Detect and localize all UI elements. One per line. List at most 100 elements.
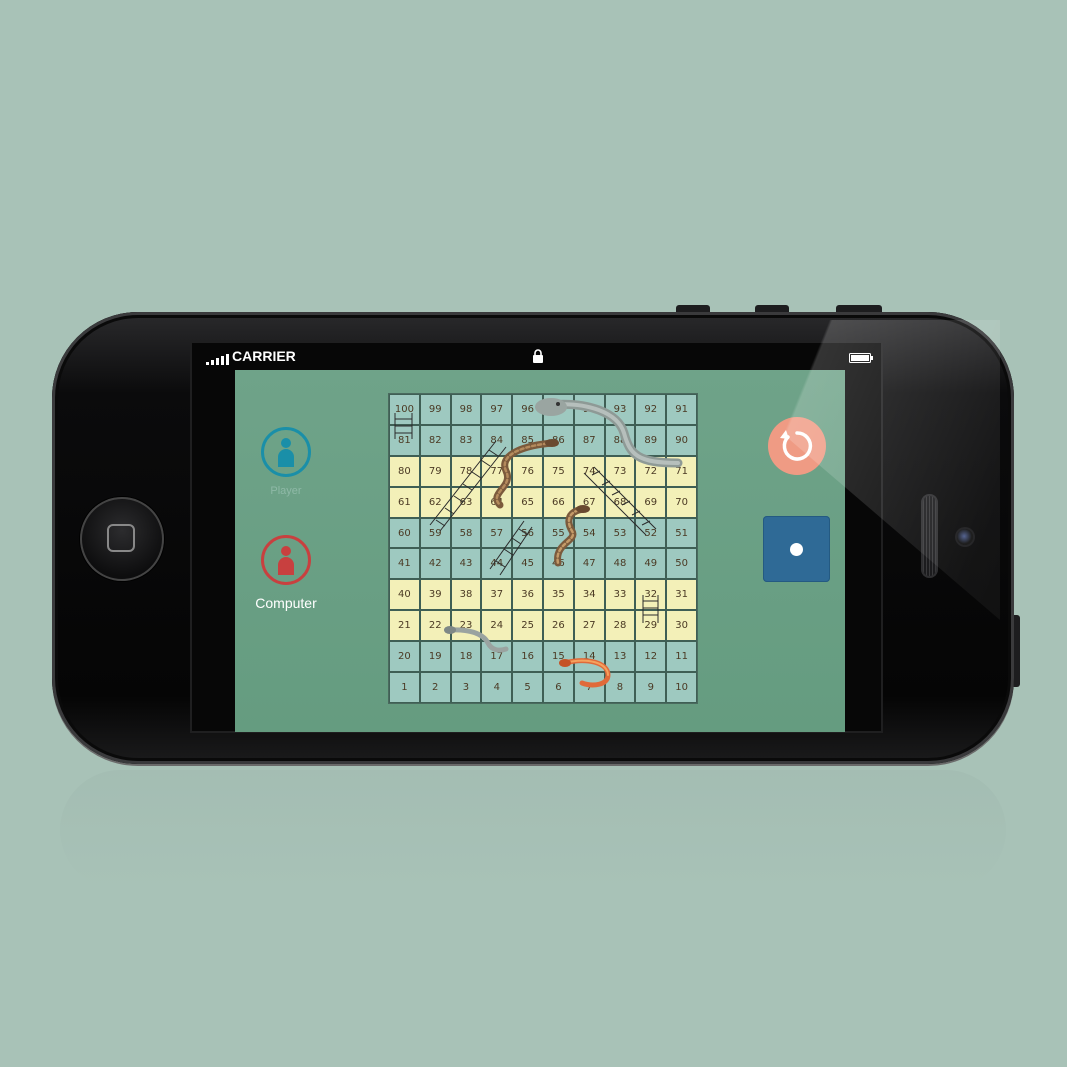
board-cell: 66 [542,486,574,518]
computer-avatar[interactable] [261,535,311,585]
board-cell: 86 [542,424,574,456]
board-cell: 29 [635,610,667,642]
board-cell: 78 [450,455,482,487]
board-cell: 61 [389,486,420,518]
board-cell: 62 [419,486,451,518]
board-cell: 69 [635,486,667,518]
dice-one-icon [790,543,803,556]
board-cell: 38 [450,579,482,611]
home-button[interactable] [80,497,164,581]
board-cell: 34 [573,579,605,611]
board-cell: 88 [604,424,636,456]
board-cell: 39 [419,579,451,611]
board-cell: 95 [542,394,574,425]
board-cell: 17 [481,641,513,673]
board-cell: 41 [389,548,420,580]
board-cell: 51 [666,517,697,549]
board-cell: 89 [635,424,667,456]
board-cell: 49 [635,548,667,580]
board-cell: 55 [542,517,574,549]
board-cell: 20 [389,641,420,673]
computer-label: Computer [255,595,317,611]
board-cell: 58 [450,517,482,549]
lock-icon [533,349,543,363]
board-cell: 54 [573,517,605,549]
board-cell: 15 [542,641,574,673]
board-cell: 90 [666,424,697,456]
board-cell: 77 [481,455,513,487]
board-cell: 80 [389,455,420,487]
board-cell: 31 [666,579,697,611]
board-cell: 18 [450,641,482,673]
board-cell: 37 [481,579,513,611]
board-cell: 44 [481,548,513,580]
board-cell: 1 [389,672,420,703]
board-cell: 8 [604,672,636,703]
phone-reflection [60,770,1006,890]
board-cell: 50 [666,548,697,580]
board-cell: 23 [450,610,482,642]
player-avatar[interactable] [261,427,311,477]
board-cell: 93 [604,394,636,425]
board-cell: 36 [512,579,543,611]
board-cell: 99 [419,394,451,425]
person-icon [278,546,294,575]
player-label: Player [270,485,302,497]
board-cell: 79 [419,455,451,487]
board-cell: 82 [419,424,451,456]
board-cell: 14 [573,641,605,673]
board-cell: 98 [450,394,482,425]
board-cell: 11 [666,641,697,673]
board-cell: 94 [573,394,605,425]
board-cell: 4 [481,672,513,703]
board-cell: 30 [666,610,697,642]
board-cell: 64 [481,486,513,518]
board-cell: 9 [635,672,667,703]
board-cell: 53 [604,517,636,549]
board-cell: 27 [573,610,605,642]
board-cell: 97 [481,394,513,425]
board-cell: 28 [604,610,636,642]
board-cell: 72 [635,455,667,487]
restart-button[interactable] [768,417,826,475]
board-cell: 85 [512,424,543,456]
board-cell: 10 [666,672,697,703]
speaker-grille [921,494,938,578]
board-cell: 70 [666,486,697,518]
board-cell: 2 [419,672,451,703]
dice-button[interactable] [763,516,830,582]
board-cell: 92 [635,394,667,425]
board-cell: 59 [419,517,451,549]
screen: CARRIER Player Computer 100 99 98 97 96 … [190,341,883,733]
board-cell: 100 [389,394,420,425]
board-cell: 43 [450,548,482,580]
board-cell: 65 [512,486,543,518]
board-cell: 19 [419,641,451,673]
board-cell: 25 [512,610,543,642]
board-cell: 71 [666,455,697,487]
board-cell: 75 [542,455,574,487]
board-cell: 12 [635,641,667,673]
board-cell: 84 [481,424,513,456]
board-cell: 45 [512,548,543,580]
board-cell: 73 [604,455,636,487]
board-cell: 67 [573,486,605,518]
board-cell: 68 [604,486,636,518]
board-cell: 76 [512,455,543,487]
board-cell: 6 [542,672,574,703]
board-cell: 35 [542,579,574,611]
board-cell: 83 [450,424,482,456]
board-cell: 33 [604,579,636,611]
board-cell: 48 [604,548,636,580]
status-bar: CARRIER [192,343,881,370]
board-cell: 56 [512,517,543,549]
battery-icon [849,353,873,363]
board-cell: 60 [389,517,420,549]
board-cell: 32 [635,579,667,611]
board-cell: 81 [389,424,420,456]
carrier-label: CARRIER [232,348,296,364]
board-cell: 42 [419,548,451,580]
board-cell: 57 [481,517,513,549]
board-cell: 52 [635,517,667,549]
home-square-icon [107,524,135,552]
